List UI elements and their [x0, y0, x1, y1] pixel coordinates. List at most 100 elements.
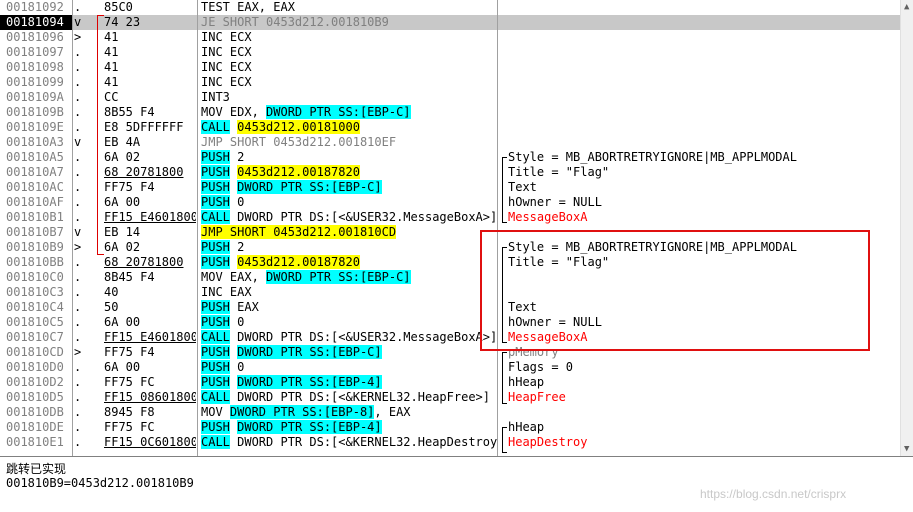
flow-marker: .: [74, 60, 82, 74]
disasm-row[interactable]: 00181097. 41 INC ECX: [0, 45, 913, 60]
flow-marker: .: [74, 45, 82, 59]
hex-bytes-cell: 6A 02: [104, 240, 141, 254]
disasm-row[interactable]: 001810E1. FF15 0C601800 CALL DWORD PTR DS:…: [0, 435, 913, 450]
disasm-row[interactable]: 001810DB. 8945 F8 MOV DWORD PTR SS:[EBP-8]…: [0, 405, 913, 420]
hex-bytes-cell: 8B45 F4: [104, 270, 155, 284]
jump-arrow: [97, 15, 104, 255]
hex-bytes-cell: EB 14: [104, 225, 141, 239]
hex-bytes-cell: 50: [104, 300, 119, 314]
comment-cell: [508, 0, 901, 15]
address-cell: 001810C4: [6, 300, 64, 314]
disasm-row[interactable]: 0018109B. 8B55 F4 MOV EDX, DWORD PTR SS:[E…: [0, 105, 913, 120]
disasm-token: 0453d212.00187820: [237, 255, 360, 269]
comment-text: hOwner = NULL: [508, 195, 602, 209]
scroll-down-arrow-icon[interactable]: ▼: [904, 444, 909, 454]
disassembly-cell: CALL 0453d212.00181000: [201, 120, 497, 135]
flow-marker: .: [74, 90, 82, 104]
address-cell: 00181099: [6, 75, 64, 89]
disasm-token: JMP SHORT 0453d212.001810CD: [201, 225, 397, 239]
disassembly-cell: JE SHORT 0453d212.001810B9: [201, 15, 497, 30]
disasm-token: DWORD PTR SS:[EBP-C]: [237, 180, 382, 194]
disasm-token: PUSH: [201, 300, 230, 314]
disasm-row[interactable]: 001810A3 v EB 4A JMP SHORT 0453d212.001810E…: [0, 135, 913, 150]
disasm-token: DWORD PTR SS:[EBP-C]: [237, 345, 382, 359]
hex-bytes-cell: 74 23: [104, 15, 141, 29]
hex-bytes-cell: FF75 FC: [104, 375, 155, 389]
disassembly-cell: JMP SHORT 0453d212.001810CD: [201, 225, 497, 240]
flow-marker: .: [74, 165, 82, 179]
disasm-row[interactable]: 00181098. 41 INC ECX: [0, 60, 913, 75]
disassembly-cell: PUSH 0: [201, 315, 497, 330]
flow-marker: .: [74, 150, 82, 164]
disasm-row[interactable]: 001810B1. FF15 E4601800 CALL DWORD PTR DS:…: [0, 210, 913, 225]
disassembly-pane[interactable]: 00181092. 85C0 TEST EAX, EAX 00181094 v 74 23…: [0, 0, 913, 456]
disasm-token: PUSH: [201, 180, 230, 194]
hex-bytes-cell: EB 4A: [104, 135, 141, 149]
disasm-row[interactable]: 00181096 >41 INC ECX: [0, 30, 913, 45]
flow-marker: v: [74, 135, 82, 149]
flow-marker: .: [74, 195, 82, 209]
disasm-row[interactable]: 001810D2. FF75 FC PUSH DWORD PTR SS:[EBP-4…: [0, 375, 913, 390]
flow-marker: >: [74, 30, 82, 44]
comment-cell: Title = "Flag": [508, 165, 901, 180]
disasm-token: 0: [229, 195, 245, 209]
comment-cell: MessageBoxA: [508, 210, 901, 225]
hex-bytes-cell: 85C0: [104, 0, 133, 14]
disasm-row[interactable]: 001810A7. 68 20781800 PUSH 0453d212.001878…: [0, 165, 913, 180]
comment-text: Style = MB_ABORTRETRYIGNORE|MB_APPLMODAL: [508, 150, 797, 164]
disasm-token: DWORD PTR SS:[EBP-8]: [229, 405, 375, 419]
vertical-scrollbar[interactable]: ▲ ▼: [900, 0, 913, 456]
disassembly-cell: TEST EAX, EAX: [201, 0, 497, 15]
disasm-row[interactable]: 0018109E. E8 5DFFFFFF CALL 0453d212.001810…: [0, 120, 913, 135]
disasm-token: TEST EAX, EAX: [201, 0, 295, 14]
comment-text: MessageBoxA: [508, 210, 588, 224]
disassembly-cell: CALL DWORD PTR DS:[<&USER32.MessageBoxA>…: [201, 210, 497, 225]
disasm-row[interactable]: 001810D0. 6A 00 PUSH 0 Flags = 0: [0, 360, 913, 375]
column-divider-hex[interactable]: [197, 0, 198, 456]
disasm-row[interactable]: 00181094 v 74 23 JE SHORT 0453d212.001810B9: [0, 15, 913, 30]
disasm-row[interactable]: 001810D5. FF15 08601800 CALL DWORD PTR DS:…: [0, 390, 913, 405]
disasm-row[interactable]: 001810A5. 6A 02 PUSH 2 Style = MB_ABORTRETR…: [0, 150, 913, 165]
address-cell: 001810BB: [6, 255, 64, 269]
comment-cell: [508, 15, 901, 30]
disasm-token: DWORD PTR DS:[<&USER32.MessageBoxA>]: [229, 210, 497, 224]
disassembly-cell: PUSH DWORD PTR SS:[EBP-4]: [201, 375, 497, 390]
disasm-token: DWORD PTR DS:[<&USER32.MessageBoxA>]: [229, 330, 497, 344]
hex-bytes-cell: 41: [104, 60, 119, 74]
disasm-token: CALL: [201, 120, 230, 134]
disasm-token: JE SHORT 0453d212.001810B9: [201, 15, 389, 29]
flow-marker: .: [74, 75, 82, 89]
disasm-token: CALL: [201, 435, 230, 449]
disasm-row[interactable]: 0018109A. CC INT3: [0, 90, 913, 105]
disassembly-cell: CALL DWORD PTR DS:[<&USER32.MessageBoxA>…: [201, 330, 497, 345]
disasm-row[interactable]: 00181092. 85C0 TEST EAX, EAX: [0, 0, 913, 15]
address-cell: 00181092: [6, 0, 64, 14]
column-divider-disasm[interactable]: [497, 0, 498, 456]
disasm-token: INC ECX: [201, 60, 252, 74]
disassembly-cell: PUSH 0453d212.00187820: [201, 255, 497, 270]
disasm-row[interactable]: 001810AF. 6A 00 PUSH 0 hOwner = NULL: [0, 195, 913, 210]
disasm-row[interactable]: 00181099. 41 INC ECX: [0, 75, 913, 90]
address-cell: 0018109E: [6, 120, 64, 134]
disassembly-cell: PUSH EAX: [201, 300, 497, 315]
address-cell: 001810C7: [6, 330, 64, 344]
disasm-row[interactable]: 001810DE. FF75 FC PUSH DWORD PTR SS:[EBP-4…: [0, 420, 913, 435]
column-divider-address[interactable]: [72, 0, 73, 456]
disasm-token: CALL: [201, 210, 230, 224]
disassembly-cell: PUSH 2: [201, 150, 497, 165]
comment-cell: [508, 405, 901, 420]
disasm-token: PUSH: [201, 240, 230, 254]
flow-marker: .: [74, 315, 82, 329]
disasm-row[interactable]: 001810AC. FF75 F4 PUSH DWORD PTR SS:[EBP-C…: [0, 180, 913, 195]
address-cell: 0018109A: [6, 90, 64, 104]
comment-text: hHeap: [508, 420, 545, 434]
disasm-token: EAX: [229, 300, 259, 314]
hex-bytes-cell: FF75 FC: [104, 420, 155, 434]
flow-marker: .: [74, 120, 82, 134]
scroll-up-arrow-icon[interactable]: ▲: [904, 2, 909, 12]
comment-cell: [508, 45, 901, 60]
args-bracket-messagebox-1: [502, 157, 507, 223]
disasm-token: DWORD PTR DS:[<&KERNEL32.HeapDestroy>]: [229, 435, 497, 449]
disasm-token: DWORD PTR SS:[EBP-C]: [266, 270, 411, 284]
address-cell: 001810A5: [6, 150, 64, 164]
